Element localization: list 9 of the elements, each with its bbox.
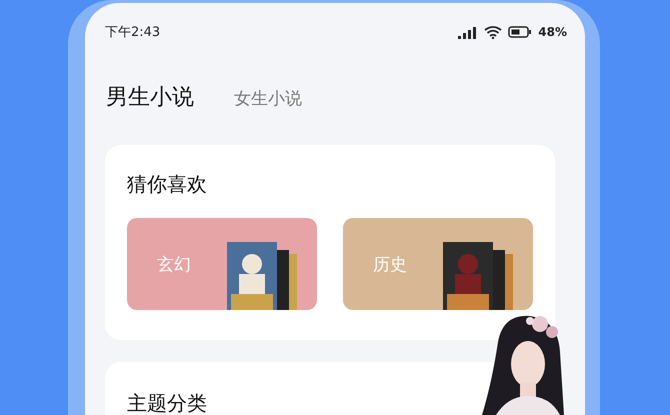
battery-icon <box>508 26 532 38</box>
section-title: 主题分类 <box>127 390 208 415</box>
signal-icon <box>458 26 478 38</box>
tab[interactable]: 女生小说 <box>234 87 302 110</box>
status-time: 下午2:43 <box>105 24 162 41</box>
wifi-icon <box>484 26 502 38</box>
battery-level: 48% <box>538 25 567 39</box>
section-title: 猜你喜欢 <box>127 171 208 198</box>
tab[interactable]: 男生小说 <box>106 82 194 112</box>
